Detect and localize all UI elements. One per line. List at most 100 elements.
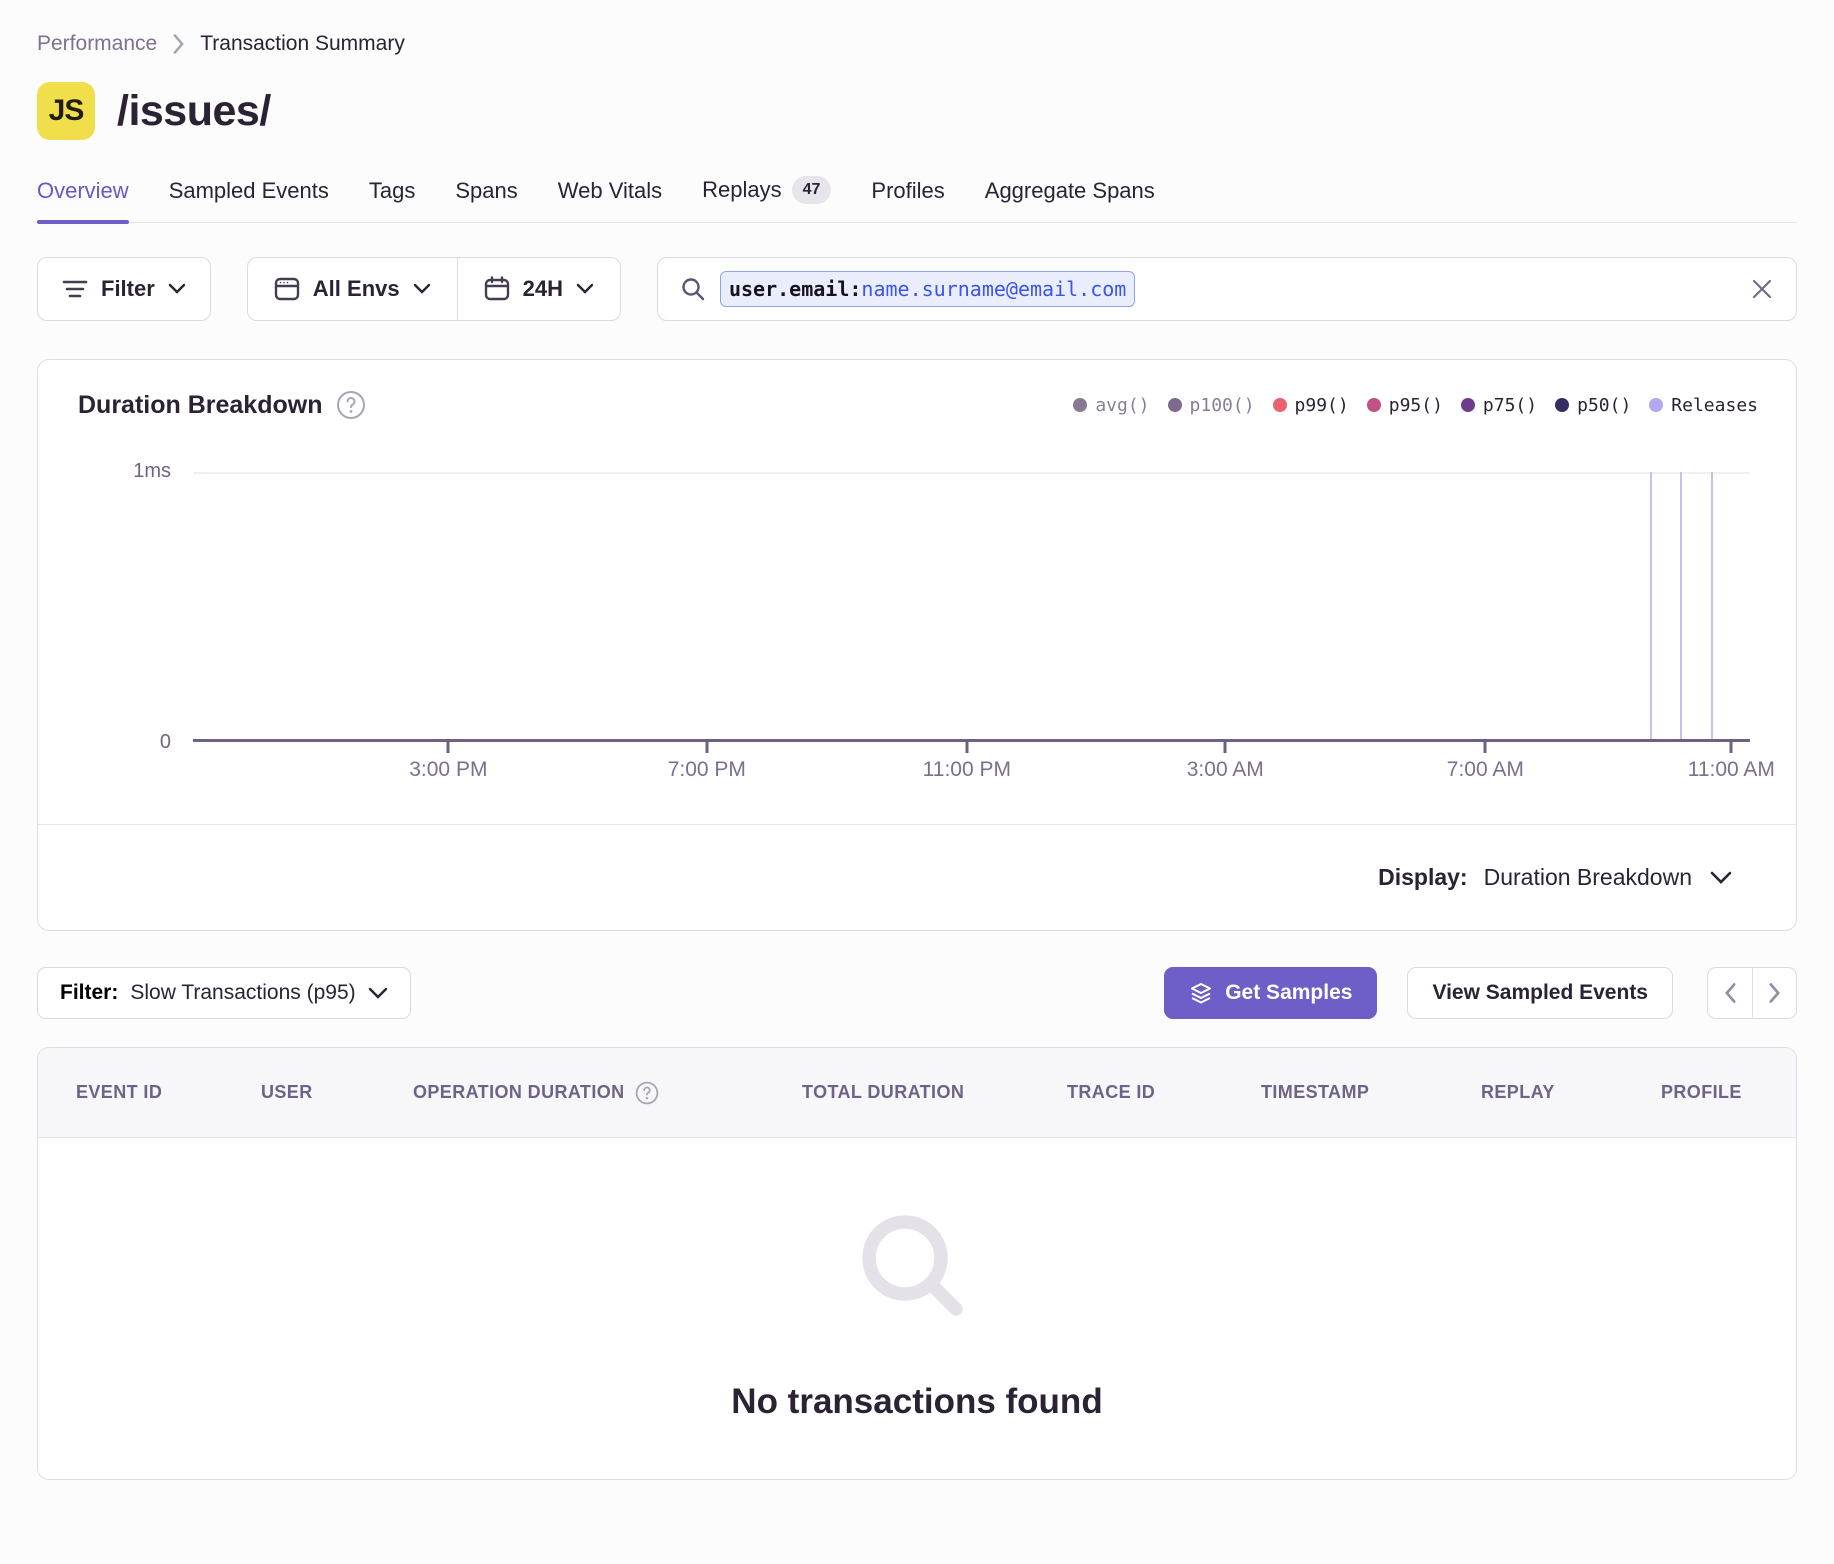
- filter-button[interactable]: Filter: [37, 257, 211, 321]
- chart-plot-area[interactable]: 1ms 0: [193, 472, 1750, 742]
- chart-title: Duration Breakdown: [78, 391, 322, 420]
- legend-dot: [1367, 398, 1381, 412]
- tab-sampled-events[interactable]: Sampled Events: [169, 178, 329, 222]
- get-samples-button[interactable]: Get Samples: [1164, 967, 1377, 1019]
- date-range-label: 24H: [523, 276, 563, 302]
- get-samples-label: Get Samples: [1225, 981, 1352, 1005]
- column-header-timestamp[interactable]: TIMESTAMP: [1261, 1082, 1481, 1103]
- legend-dot: [1461, 398, 1475, 412]
- x-axis-labels: 3:00 PM 7:00 PM 11:00 PM 3:00 AM 7:00 AM…: [193, 742, 1750, 800]
- view-sampled-events-label: View Sampled Events: [1432, 981, 1648, 1005]
- tab-bar: Overview Sampled Events Tags Spans Web V…: [37, 176, 1797, 223]
- search-input[interactable]: user.email: name.surname@email.com: [657, 257, 1797, 321]
- display-label: Display:: [1378, 864, 1467, 891]
- legend-dot: [1073, 398, 1087, 412]
- env-date-button-group: All Envs 24H: [247, 257, 621, 321]
- search-empty-icon: [842, 1198, 992, 1348]
- chevron-down-icon[interactable]: [1710, 871, 1732, 885]
- date-range-selector[interactable]: 24H: [458, 258, 620, 320]
- legend-dot: [1273, 398, 1287, 412]
- column-header-total-duration[interactable]: TOTAL DURATION: [802, 1082, 1067, 1103]
- chart-footer: Display: Duration Breakdown: [38, 824, 1796, 930]
- calendar-icon: [484, 276, 510, 302]
- page-title: /issues/: [117, 87, 271, 136]
- transaction-filter-value: Slow Transactions (p95): [130, 981, 355, 1005]
- search-clear-icon[interactable]: [1750, 277, 1774, 301]
- column-header-event-id[interactable]: EVENT ID: [76, 1082, 261, 1103]
- previous-page-button[interactable]: [1708, 968, 1752, 1018]
- legend-item-releases[interactable]: Releases: [1649, 395, 1758, 416]
- environment-selector[interactable]: All Envs: [248, 258, 457, 320]
- chart-legend: avg() p100() p99() p95() p75() p50() Rel…: [1073, 395, 1758, 416]
- x-axis-label: 11:00 PM: [923, 758, 1011, 782]
- tab-aggregate-spans[interactable]: Aggregate Spans: [985, 178, 1155, 222]
- column-header-operation-duration[interactable]: OPERATION DURATION: [413, 1081, 802, 1105]
- filter-controls-row: Filter All Envs 24H: [37, 257, 1797, 321]
- legend-item-avg[interactable]: avg(): [1073, 395, 1149, 416]
- breadcrumb-chevron-icon: [171, 33, 186, 55]
- release-marker-line[interactable]: [1680, 472, 1682, 742]
- help-circle-icon[interactable]: [336, 390, 366, 420]
- empty-state-message: No transactions found: [731, 1382, 1102, 1422]
- tab-spans[interactable]: Spans: [455, 178, 517, 222]
- tab-tags[interactable]: Tags: [369, 178, 415, 222]
- legend-item-p100[interactable]: p100(): [1168, 395, 1255, 416]
- transaction-filter-prefix: Filter:: [60, 981, 118, 1005]
- tab-replays[interactable]: Replays 47: [702, 176, 831, 222]
- view-sampled-events-button[interactable]: View Sampled Events: [1407, 967, 1673, 1019]
- chevron-down-icon: [576, 283, 594, 295]
- legend-item-p75[interactable]: p75(): [1461, 395, 1537, 416]
- chart-header: Duration Breakdown avg() p100() p99() p9…: [38, 360, 1796, 420]
- column-header-replay[interactable]: REPLAY: [1481, 1082, 1661, 1103]
- empty-state: No transactions found: [38, 1138, 1796, 1480]
- legend-item-p95[interactable]: p95(): [1367, 395, 1443, 416]
- legend-dot: [1649, 398, 1663, 412]
- legend-item-p50[interactable]: p50(): [1555, 395, 1631, 416]
- filter-button-label: Filter: [101, 276, 155, 302]
- release-marker-line[interactable]: [1711, 472, 1713, 742]
- title-row: JS /issues/: [37, 82, 1797, 140]
- legend-item-p99[interactable]: p99(): [1273, 395, 1349, 416]
- gridline-1ms: [193, 472, 1750, 474]
- replays-count-badge: 47: [792, 176, 832, 204]
- y-axis-min-label: 0: [160, 731, 193, 754]
- breadcrumb-performance[interactable]: Performance: [37, 32, 157, 56]
- tab-web-vitals[interactable]: Web Vitals: [558, 178, 662, 222]
- column-header-user[interactable]: USER: [261, 1082, 413, 1103]
- breadcrumb: Performance Transaction Summary: [37, 32, 1797, 56]
- release-marker-line[interactable]: [1650, 472, 1652, 742]
- x-axis-label: 3:00 PM: [409, 758, 487, 782]
- chevron-down-icon: [168, 283, 186, 295]
- search-icon: [680, 276, 706, 302]
- platform-js-badge: JS: [37, 82, 95, 140]
- table-header-row: EVENT ID USER OPERATION DURATION TOTAL D…: [38, 1048, 1796, 1138]
- help-circle-icon[interactable]: [635, 1081, 659, 1105]
- samples-toolbar: Filter: Slow Transactions (p95) Get Samp…: [37, 967, 1797, 1019]
- x-axis-label: 3:00 AM: [1187, 758, 1264, 782]
- x-axis-label: 7:00 PM: [668, 758, 746, 782]
- column-header-trace-id[interactable]: TRACE ID: [1067, 1082, 1261, 1103]
- legend-dot: [1168, 398, 1182, 412]
- x-axis-label: 7:00 AM: [1447, 758, 1524, 782]
- next-page-button[interactable]: [1752, 968, 1796, 1018]
- column-header-profile[interactable]: PROFILE: [1661, 1082, 1796, 1103]
- duration-breakdown-panel: Duration Breakdown avg() p100() p99() p9…: [37, 359, 1797, 931]
- x-axis-label: 11:00 AM: [1688, 758, 1775, 782]
- legend-dot: [1555, 398, 1569, 412]
- chevron-down-icon: [413, 283, 431, 295]
- transaction-filter-dropdown[interactable]: Filter: Slow Transactions (p95): [37, 967, 411, 1019]
- search-filter-token[interactable]: user.email: name.surname@email.com: [720, 271, 1135, 307]
- search-token-value: name.surname@email.com: [861, 277, 1126, 301]
- transaction-summary-page: Performance Transaction Summary JS /issu…: [0, 32, 1834, 1480]
- breadcrumb-transaction-summary: Transaction Summary: [200, 32, 405, 56]
- display-selector[interactable]: Duration Breakdown: [1484, 864, 1692, 891]
- filter-lines-icon: [62, 278, 88, 300]
- window-icon: [274, 276, 300, 302]
- pagination: [1707, 967, 1797, 1019]
- layers-icon: [1189, 981, 1213, 1005]
- y-axis-max-label: 1ms: [133, 460, 193, 483]
- chevron-down-icon: [368, 987, 388, 1000]
- search-token-key: user.email:: [729, 277, 861, 301]
- tab-profiles[interactable]: Profiles: [871, 178, 944, 222]
- tab-overview[interactable]: Overview: [37, 178, 129, 222]
